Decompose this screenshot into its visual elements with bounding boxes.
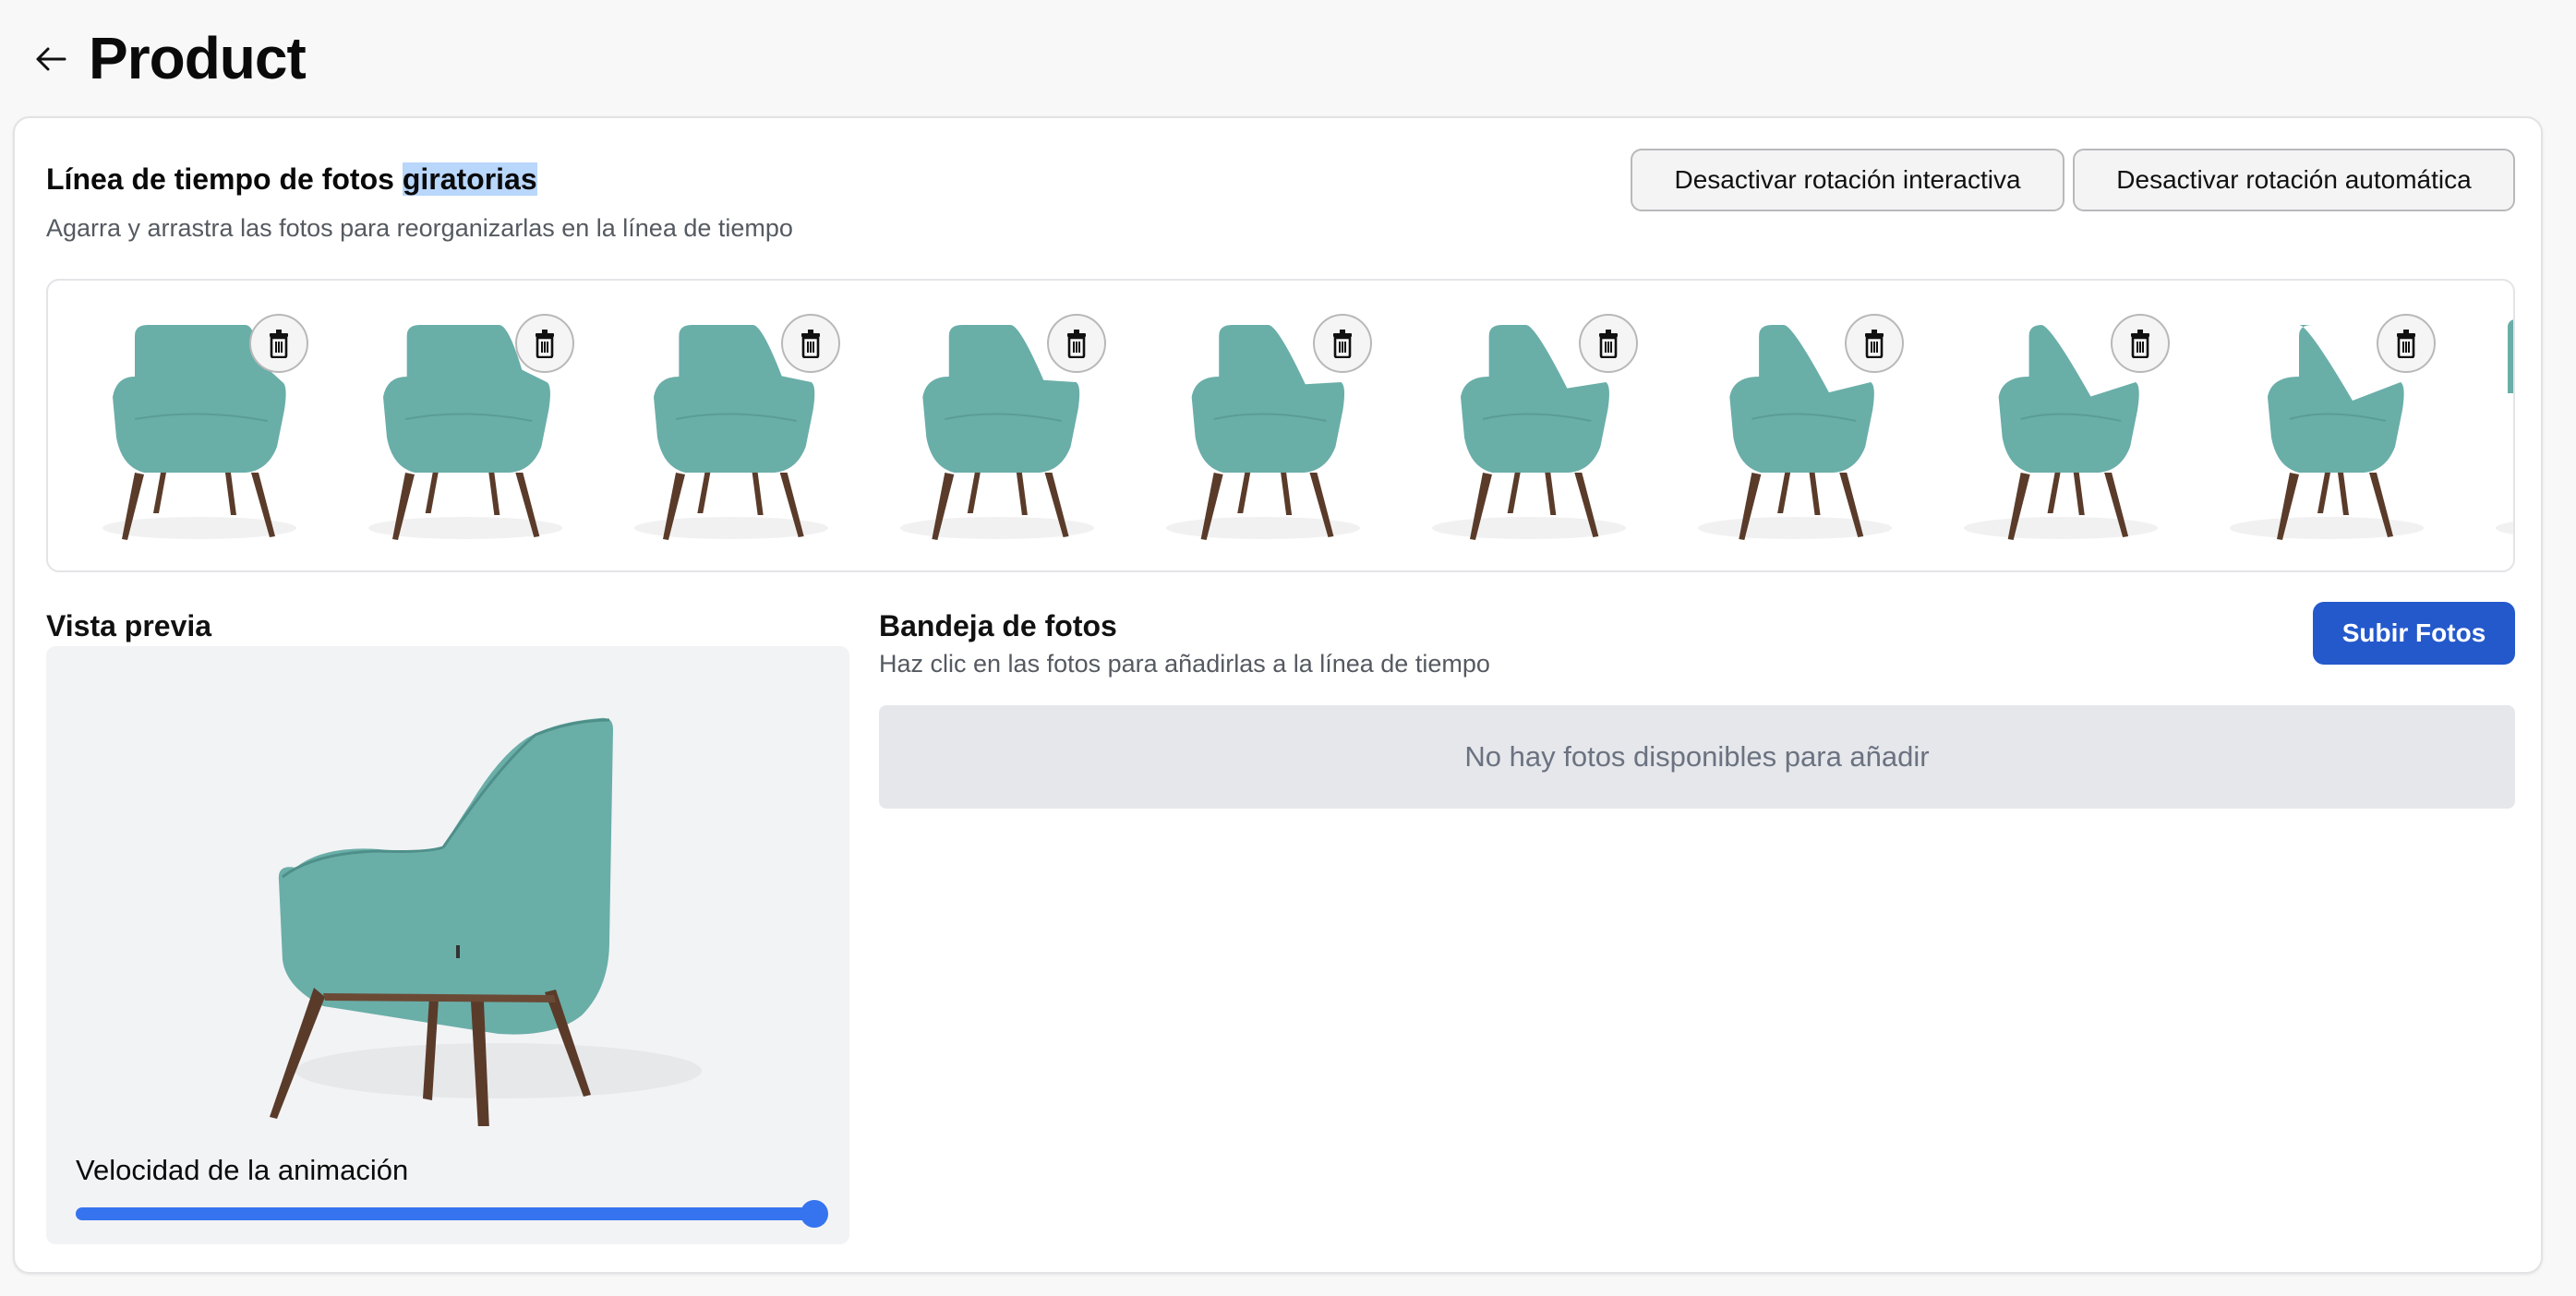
page-title: Product (89, 25, 307, 91)
timeline-photo[interactable] (345, 308, 585, 548)
disable-interactive-rotation-button[interactable]: Desactivar rotación interactiva (1631, 149, 2064, 211)
delete-photo-button[interactable] (1845, 314, 1904, 373)
trash-icon (2397, 330, 2415, 358)
rotation-editor-card: Línea de tiempo de fotos giratorias Agar… (13, 116, 2543, 1274)
trash-icon (2131, 330, 2149, 358)
trash-icon (536, 330, 554, 358)
trash-icon (801, 330, 820, 358)
back-button[interactable] (31, 41, 70, 78)
trash-icon (270, 330, 288, 358)
delete-photo-button[interactable] (2111, 314, 2170, 373)
animation-speed-slider[interactable] (76, 1200, 828, 1228)
timeline-photo-partial[interactable] (2508, 319, 2513, 393)
slider-track (76, 1207, 814, 1220)
slider-thumb[interactable] (800, 1200, 828, 1228)
photo-tray-empty-state: No hay fotos disponibles para añadir (879, 705, 2515, 809)
preview-chair-image (270, 717, 702, 1126)
delete-photo-button[interactable] (1047, 314, 1106, 373)
trash-icon (1865, 330, 1884, 358)
animation-speed-label: Velocidad de la animación (76, 1154, 409, 1186)
trash-icon (1599, 330, 1618, 358)
photo-tray-title: Bandeja de fotos (879, 609, 1117, 642)
timeline-photo[interactable] (2207, 308, 2447, 548)
timeline-photo[interactable] (79, 308, 319, 548)
timeline-title: Línea de tiempo de fotos giratorias (46, 162, 537, 197)
upload-photos-button[interactable]: Subir Fotos (2313, 602, 2515, 665)
timeline-subtitle: Agarra y arrastra las fotos para reorgan… (46, 214, 793, 242)
timeline-photo[interactable] (877, 308, 1117, 548)
trash-icon (1333, 330, 1352, 358)
selected-text: giratorias (402, 162, 537, 196)
disable-auto-rotation-button[interactable]: Desactivar rotación automática (2073, 149, 2515, 211)
arrow-left-icon (36, 47, 66, 71)
timeline-photo[interactable] (611, 308, 851, 548)
photo-tray-subtitle: Haz clic en las fotos para añadirlas a l… (879, 650, 1490, 678)
delete-photo-button[interactable] (515, 314, 574, 373)
delete-photo-button[interactable] (249, 314, 308, 373)
timeline-photo[interactable] (1675, 308, 1915, 548)
photo-timeline[interactable] (46, 279, 2515, 572)
page-header: Product (0, 0, 2576, 116)
delete-photo-button[interactable] (1579, 314, 1638, 373)
timeline-photo[interactable] (1409, 308, 1649, 548)
timeline-title-text: Línea de tiempo de fotos (46, 162, 403, 196)
delete-photo-button[interactable] (781, 314, 840, 373)
preview-title: Vista previa (46, 609, 212, 642)
timeline-photo[interactable] (1941, 308, 2181, 548)
preview-panel: Velocidad de la animación (46, 646, 849, 1244)
trash-icon (1067, 330, 1086, 358)
timeline-photo[interactable] (1143, 308, 1383, 548)
delete-photo-button[interactable] (2377, 314, 2436, 373)
delete-photo-button[interactable] (1313, 314, 1372, 373)
